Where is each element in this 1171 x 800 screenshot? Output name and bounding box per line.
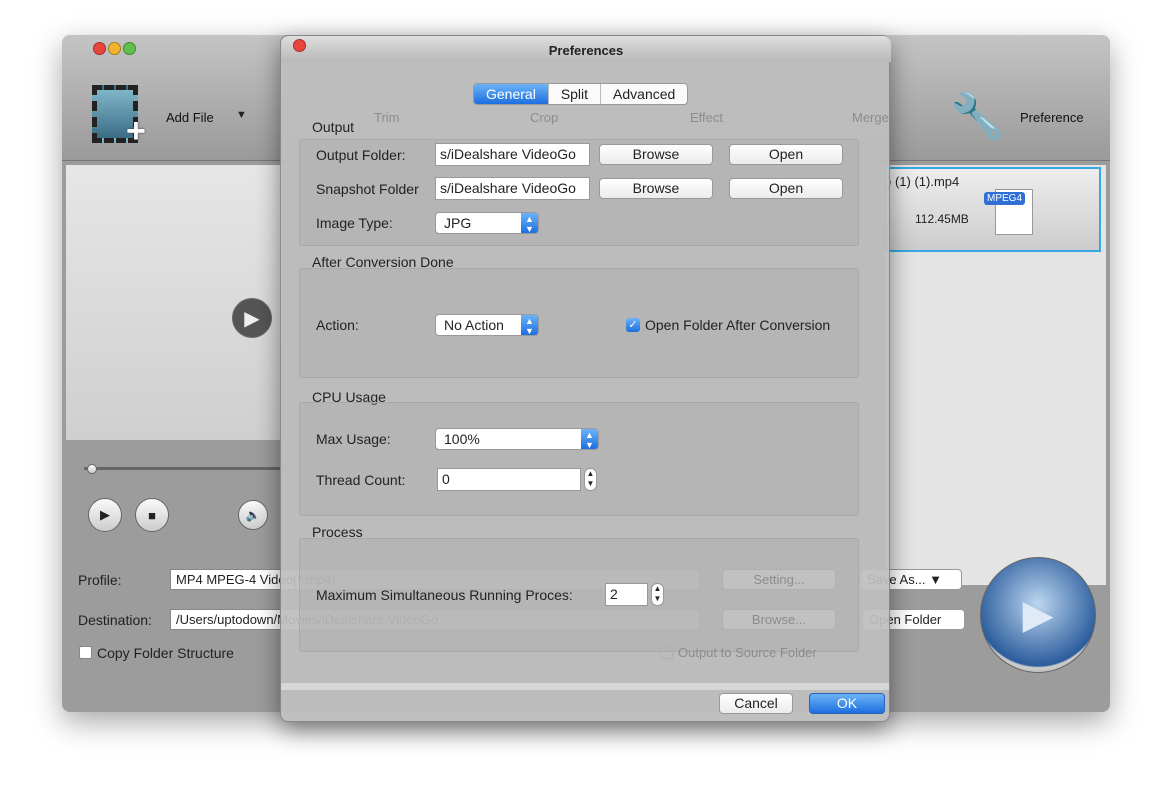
updown-icon: ▲ ▼ [581, 429, 598, 450]
mpeg4-file-icon: MPEG4 [984, 189, 1033, 235]
stop-button[interactable]: ■ [135, 498, 169, 532]
stop-icon: ■ [148, 507, 156, 523]
tab-split[interactable]: Split [549, 84, 602, 104]
output-folder-input[interactable]: s/iDealshare VideoGo [435, 143, 590, 166]
thread-count-stepper[interactable]: ▲ ▼ [584, 468, 597, 491]
close-window-button[interactable] [93, 42, 106, 55]
destination-label: Destination: [78, 612, 152, 628]
zoom-window-button[interactable] [123, 42, 136, 55]
updown-icon: ▲ ▼ [521, 213, 538, 234]
format-badge: MPEG4 [984, 192, 1026, 205]
seek-slider[interactable] [84, 467, 284, 470]
open-folder-after-checkbox[interactable]: ✓ [626, 318, 640, 332]
tool-trim-label: Trim [374, 110, 400, 125]
thread-count-label: Thread Count: [316, 472, 406, 488]
output-folder-label: Output Folder: [316, 147, 406, 163]
output-browse-button[interactable]: Browse [599, 144, 713, 165]
ok-button[interactable]: OK [809, 693, 885, 714]
add-file-dropdown-icon[interactable]: ▼ [236, 109, 247, 121]
max-processes-stepper[interactable]: ▲ ▼ [651, 583, 664, 606]
tool-merge-label: Merge [852, 110, 889, 125]
image-type-select[interactable]: JPG ▲ ▼ [435, 212, 539, 234]
file-item[interactable]: ) (1) (1).mp4 112.45MB MPEG4 [885, 167, 1101, 252]
snapshot-open-button[interactable]: Open [729, 178, 843, 199]
wrench-screwdriver-icon[interactable]: 🔧 [950, 87, 1006, 147]
max-usage-select[interactable]: 100% ▲ ▼ [435, 428, 599, 450]
action-label: Action: [316, 317, 359, 333]
file-name: ) (1) (1).mp4 [887, 174, 960, 189]
speaker-icon: 🔈 [245, 508, 261, 522]
updown-icon: ▲ ▼ [521, 315, 538, 336]
output-source-label: Output to Source Folder [678, 645, 817, 660]
volume-button[interactable]: 🔈 [238, 500, 268, 530]
cancel-button[interactable]: Cancel [719, 693, 793, 714]
video-preview: ▶ [66, 165, 282, 440]
file-size: 112.45MB [915, 212, 969, 226]
max-usage-value: 100% [444, 431, 480, 447]
snapshot-folder-input[interactable]: s/iDealshare VideoGo [435, 177, 590, 200]
output-heading: Output [312, 119, 355, 135]
preview-play-icon[interactable]: ▶ [232, 298, 272, 338]
convert-button[interactable]: ▶ [980, 557, 1096, 673]
dialog-close-button[interactable] [293, 39, 306, 52]
tab-advanced[interactable]: Advanced [601, 84, 687, 104]
max-processes-label: Maximum Simultaneous Running Proces: [316, 587, 573, 603]
image-type-value: JPG [444, 215, 472, 231]
action-value: No Action [444, 317, 504, 333]
max-usage-label: Max Usage: [316, 431, 391, 447]
seek-handle[interactable] [87, 464, 97, 474]
tool-crop-label: Crop [530, 110, 559, 125]
thread-count-input[interactable]: 0 [437, 468, 581, 491]
output-open-button[interactable]: Open [729, 144, 843, 165]
preference-label[interactable]: Preference [1020, 110, 1084, 125]
dialog-title: Preferences [548, 43, 624, 58]
plus-icon: + [126, 112, 146, 150]
play-icon: ▶ [100, 507, 110, 522]
add-file-label: Add File [166, 110, 214, 125]
browse-destination-button[interactable]: Browse... [722, 609, 836, 630]
tab-bar: General Split Advanced [473, 83, 689, 105]
open-folder-after-label: Open Folder After Conversion [645, 317, 831, 333]
play-button[interactable]: ▶ [88, 498, 122, 532]
file-list: ) (1) (1).mp4 112.45MB MPEG4 [885, 165, 1106, 585]
minimize-window-button[interactable] [108, 42, 121, 55]
copy-folder-label: Copy Folder Structure [97, 645, 234, 661]
footer-divider [281, 683, 889, 690]
profile-label: Profile: [78, 572, 122, 588]
copy-folder-checkbox[interactable] [79, 646, 92, 659]
cpu-group [299, 402, 859, 516]
max-processes-input[interactable]: 2 [605, 583, 648, 606]
add-file-button[interactable]: + [92, 85, 148, 150]
snapshot-browse-button[interactable]: Browse [599, 178, 713, 199]
tab-general[interactable]: General [474, 84, 549, 104]
action-select[interactable]: No Action ▲ ▼ [435, 314, 539, 336]
convert-play-icon: ▶ [1022, 593, 1054, 637]
dialog-titlebar: Preferences [281, 36, 891, 62]
tool-effect-label: Effect [690, 110, 724, 125]
image-type-label: Image Type: [316, 215, 393, 231]
snapshot-folder-label: Snapshot Folder [316, 181, 419, 197]
output-source-checkbox[interactable] [660, 646, 673, 659]
setting-button[interactable]: Setting... [722, 569, 836, 590]
